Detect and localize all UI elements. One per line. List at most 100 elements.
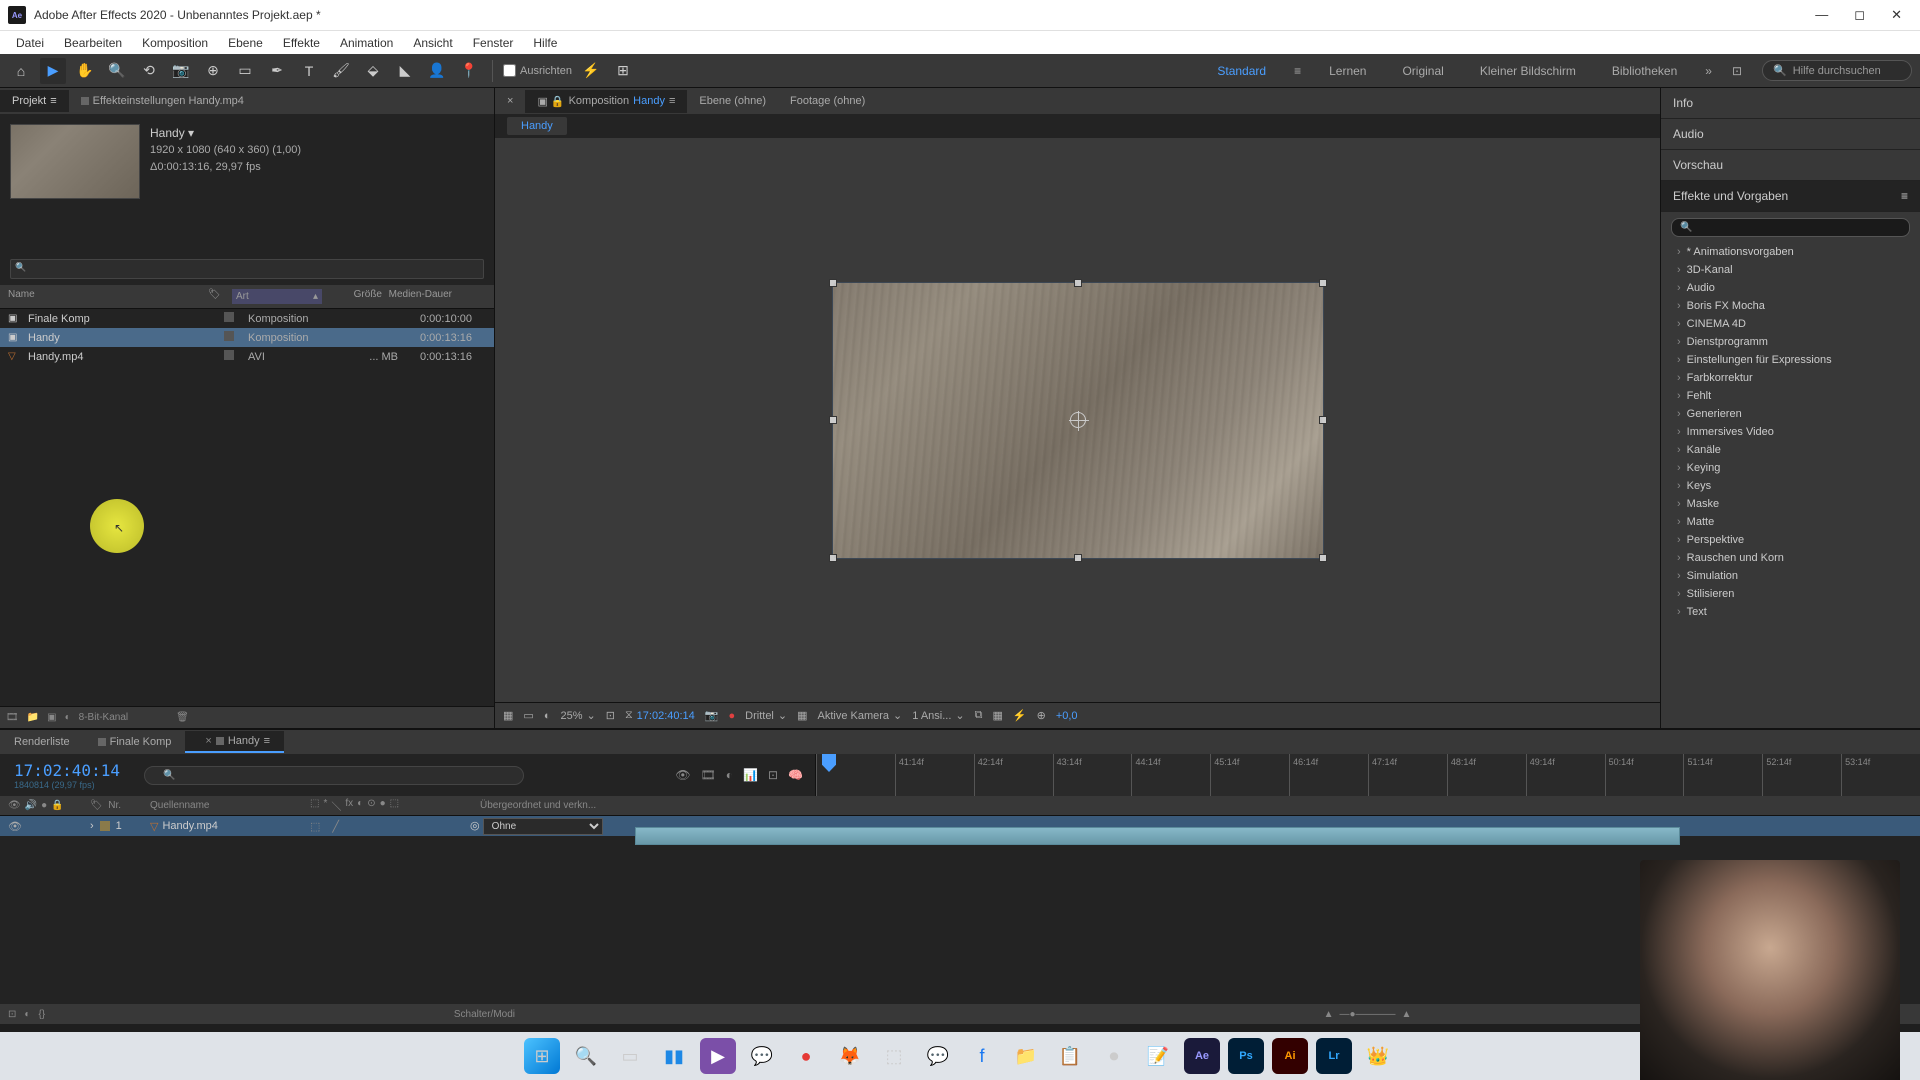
graph-icon[interactable]: 📊 [743, 768, 758, 782]
composition-canvas[interactable] [495, 138, 1660, 702]
viewer-tab-ebene[interactable]: Ebene (ohne) [687, 90, 778, 112]
fast-preview-icon[interactable]: ⚡ [1013, 709, 1027, 722]
timeline-search[interactable]: 🔍 [144, 766, 524, 785]
menu-hilfe[interactable]: Hilfe [523, 36, 567, 50]
frame-blend-icon[interactable]: 🎞 [701, 768, 716, 782]
adjustment-icon[interactable]: ◐ [65, 712, 71, 723]
timeline-icon[interactable]: ⊕ [1037, 709, 1046, 722]
taskbar-obs-icon[interactable]: ⏺ [1096, 1038, 1132, 1074]
timeline-tab-renderliste[interactable]: Renderliste [0, 732, 84, 752]
eye-icon[interactable]: 👁 [8, 820, 22, 833]
puppet-tool-icon[interactable]: 📍 [456, 58, 482, 84]
mask-icon[interactable]: ◐ [544, 710, 551, 722]
taskbar-taskview-icon[interactable]: ▭ [612, 1038, 648, 1074]
comp-frame[interactable] [833, 283, 1323, 558]
taskbar-app-4[interactable]: 📋 [1052, 1038, 1088, 1074]
snapshot-icon[interactable]: 📷 [705, 709, 719, 722]
fx-immersives[interactable]: Immersives Video [1661, 423, 1920, 441]
fx-stilisieren[interactable]: Stilisieren [1661, 585, 1920, 603]
menu-animation[interactable]: Animation [330, 36, 403, 50]
taskbar-explorer-icon[interactable]: ▮▮ [656, 1038, 692, 1074]
camera-dropdown[interactable]: Aktive Kamera ⌄ [818, 709, 903, 722]
render-icon[interactable]: ▦ [992, 709, 1002, 722]
taskbar-app-2[interactable]: ● [788, 1038, 824, 1074]
flowchart-breadcrumb[interactable]: Handy [495, 114, 1660, 138]
clone-tool-icon[interactable]: ⬙ [360, 58, 386, 84]
close-button[interactable]: ✕ [1891, 7, 1902, 23]
align-checkbox[interactable]: Ausrichten [503, 64, 572, 77]
menu-bearbeiten[interactable]: Bearbeiten [54, 36, 132, 50]
draft3d-icon[interactable]: ⊡ [768, 768, 778, 782]
text-tool-icon[interactable]: T [296, 58, 322, 84]
home-icon[interactable]: ⌂ [8, 58, 34, 84]
layer-row-handy[interactable]: 👁 ›1 ▽Handy.mp4 ⬚╱ ◎ Ohne [0, 816, 1920, 836]
pickwhip-icon[interactable]: ◎ [470, 820, 480, 832]
panel-info[interactable]: Info [1661, 88, 1920, 119]
fx-simulation[interactable]: Simulation [1661, 567, 1920, 585]
fx-text[interactable]: Text [1661, 603, 1920, 621]
quality-dropdown[interactable]: Drittel ⌄ [745, 709, 787, 722]
grid-toggle-icon[interactable]: ▦ [503, 709, 513, 722]
taskbar-app-3[interactable]: ⬚ [876, 1038, 912, 1074]
layer-color-icon[interactable] [100, 821, 110, 831]
timeline-ruler[interactable]: 41:14f 42:14f 43:14f 44:14f 45:14f 46:14… [815, 754, 1920, 796]
transparent-icon[interactable]: ▦ [797, 709, 807, 722]
taskbar-app-1[interactable]: ▶ [700, 1038, 736, 1074]
handle-bc[interactable] [1074, 554, 1082, 562]
fx-boris[interactable]: Boris FX Mocha [1661, 297, 1920, 315]
taskbar-search-icon[interactable]: 🔍 [568, 1038, 604, 1074]
fx-cinema4d[interactable]: CINEMA 4D [1661, 315, 1920, 333]
roto-tool-icon[interactable]: 👤 [424, 58, 450, 84]
menu-effekte[interactable]: Effekte [273, 36, 330, 50]
taskbar-illustrator-icon[interactable]: Ai [1272, 1038, 1308, 1074]
toggle-switches-icon[interactable]: ⊡ [8, 1009, 16, 1020]
shape-tool-icon[interactable]: ▭ [232, 58, 258, 84]
toggle-brackets-icon[interactable]: {} [38, 1009, 45, 1020]
timeline-tab-finale-komp[interactable]: Finale Komp [84, 732, 186, 752]
taskbar-photoshop-icon[interactable]: Ps [1228, 1038, 1264, 1074]
shy-icon[interactable]: 👁 [675, 768, 690, 782]
timeline-layers[interactable]: 👁 ›1 ▽Handy.mp4 ⬚╱ ◎ Ohne [0, 816, 1920, 1004]
fx-kanaele[interactable]: Kanäle [1661, 441, 1920, 459]
3d-icon[interactable]: ⧉ [975, 709, 983, 722]
taskbar-app-6[interactable]: 👑 [1360, 1038, 1396, 1074]
fx-expressions[interactable]: Einstellungen für Expressions [1661, 351, 1920, 369]
parent-dropdown[interactable]: Ohne [483, 818, 603, 835]
workspace-overflow-icon[interactable]: » [1705, 64, 1712, 78]
menu-ebene[interactable]: Ebene [218, 36, 273, 50]
taskbar-whatsapp-icon[interactable]: 💬 [744, 1038, 780, 1074]
fx-farbkorrektur[interactable]: Farbkorrektur [1661, 369, 1920, 387]
resolution-icon[interactable]: ⊡ [606, 709, 615, 722]
pen-tool-icon[interactable]: ✒ [264, 58, 290, 84]
project-row-handy-mp4[interactable]: ▽ Handy.mp4 AVI ... MB 0:00:13:16 [0, 347, 494, 366]
fx-rauschen[interactable]: Rauschen und Korn [1661, 549, 1920, 567]
quality-icon[interactable]: ⬚ [310, 820, 320, 833]
layer-name[interactable]: Handy.mp4 [162, 820, 217, 832]
fx-audio[interactable]: Audio [1661, 279, 1920, 297]
fx-keys[interactable]: Keys [1661, 477, 1920, 495]
handle-bl[interactable] [829, 554, 837, 562]
workspace-standard[interactable]: Standard [1209, 60, 1274, 82]
minimize-button[interactable]: — [1815, 7, 1828, 23]
fx-animationsvorgaben[interactable]: * Animationsvorgaben [1661, 243, 1920, 261]
panel-vorschau[interactable]: Vorschau [1661, 150, 1920, 181]
fx-fehlt[interactable]: Fehlt [1661, 387, 1920, 405]
fx-keying[interactable]: Keying [1661, 459, 1920, 477]
menu-komposition[interactable]: Komposition [132, 36, 218, 50]
selection-tool-icon[interactable]: ▶ [40, 58, 66, 84]
panel-effekte-vorgaben[interactable]: Effekte und Vorgaben≡ [1661, 181, 1920, 212]
taskbar-lightroom-icon[interactable]: Lr [1316, 1038, 1352, 1074]
zoom-tool-icon[interactable]: 🔍 [104, 58, 130, 84]
snap-icon[interactable]: ⚡ [578, 58, 604, 84]
comp-name-label[interactable]: Handy ▾ [150, 124, 301, 142]
handle-tc[interactable] [1074, 279, 1082, 287]
hand-tool-icon[interactable]: ✋ [72, 58, 98, 84]
viewer-tab-footage[interactable]: Footage (ohne) [778, 90, 877, 112]
tab-effekteinstellungen[interactable]: Effekteinstellungen Handy.mp4 [69, 90, 256, 112]
project-search[interactable] [10, 259, 484, 279]
maximize-button[interactable]: ◻ [1854, 7, 1865, 23]
fx-generieren[interactable]: Generieren [1661, 405, 1920, 423]
toggle-modes-icon[interactable]: ◐ [24, 1009, 30, 1020]
handle-mr[interactable] [1319, 416, 1327, 424]
menu-ansicht[interactable]: Ansicht [403, 36, 462, 50]
